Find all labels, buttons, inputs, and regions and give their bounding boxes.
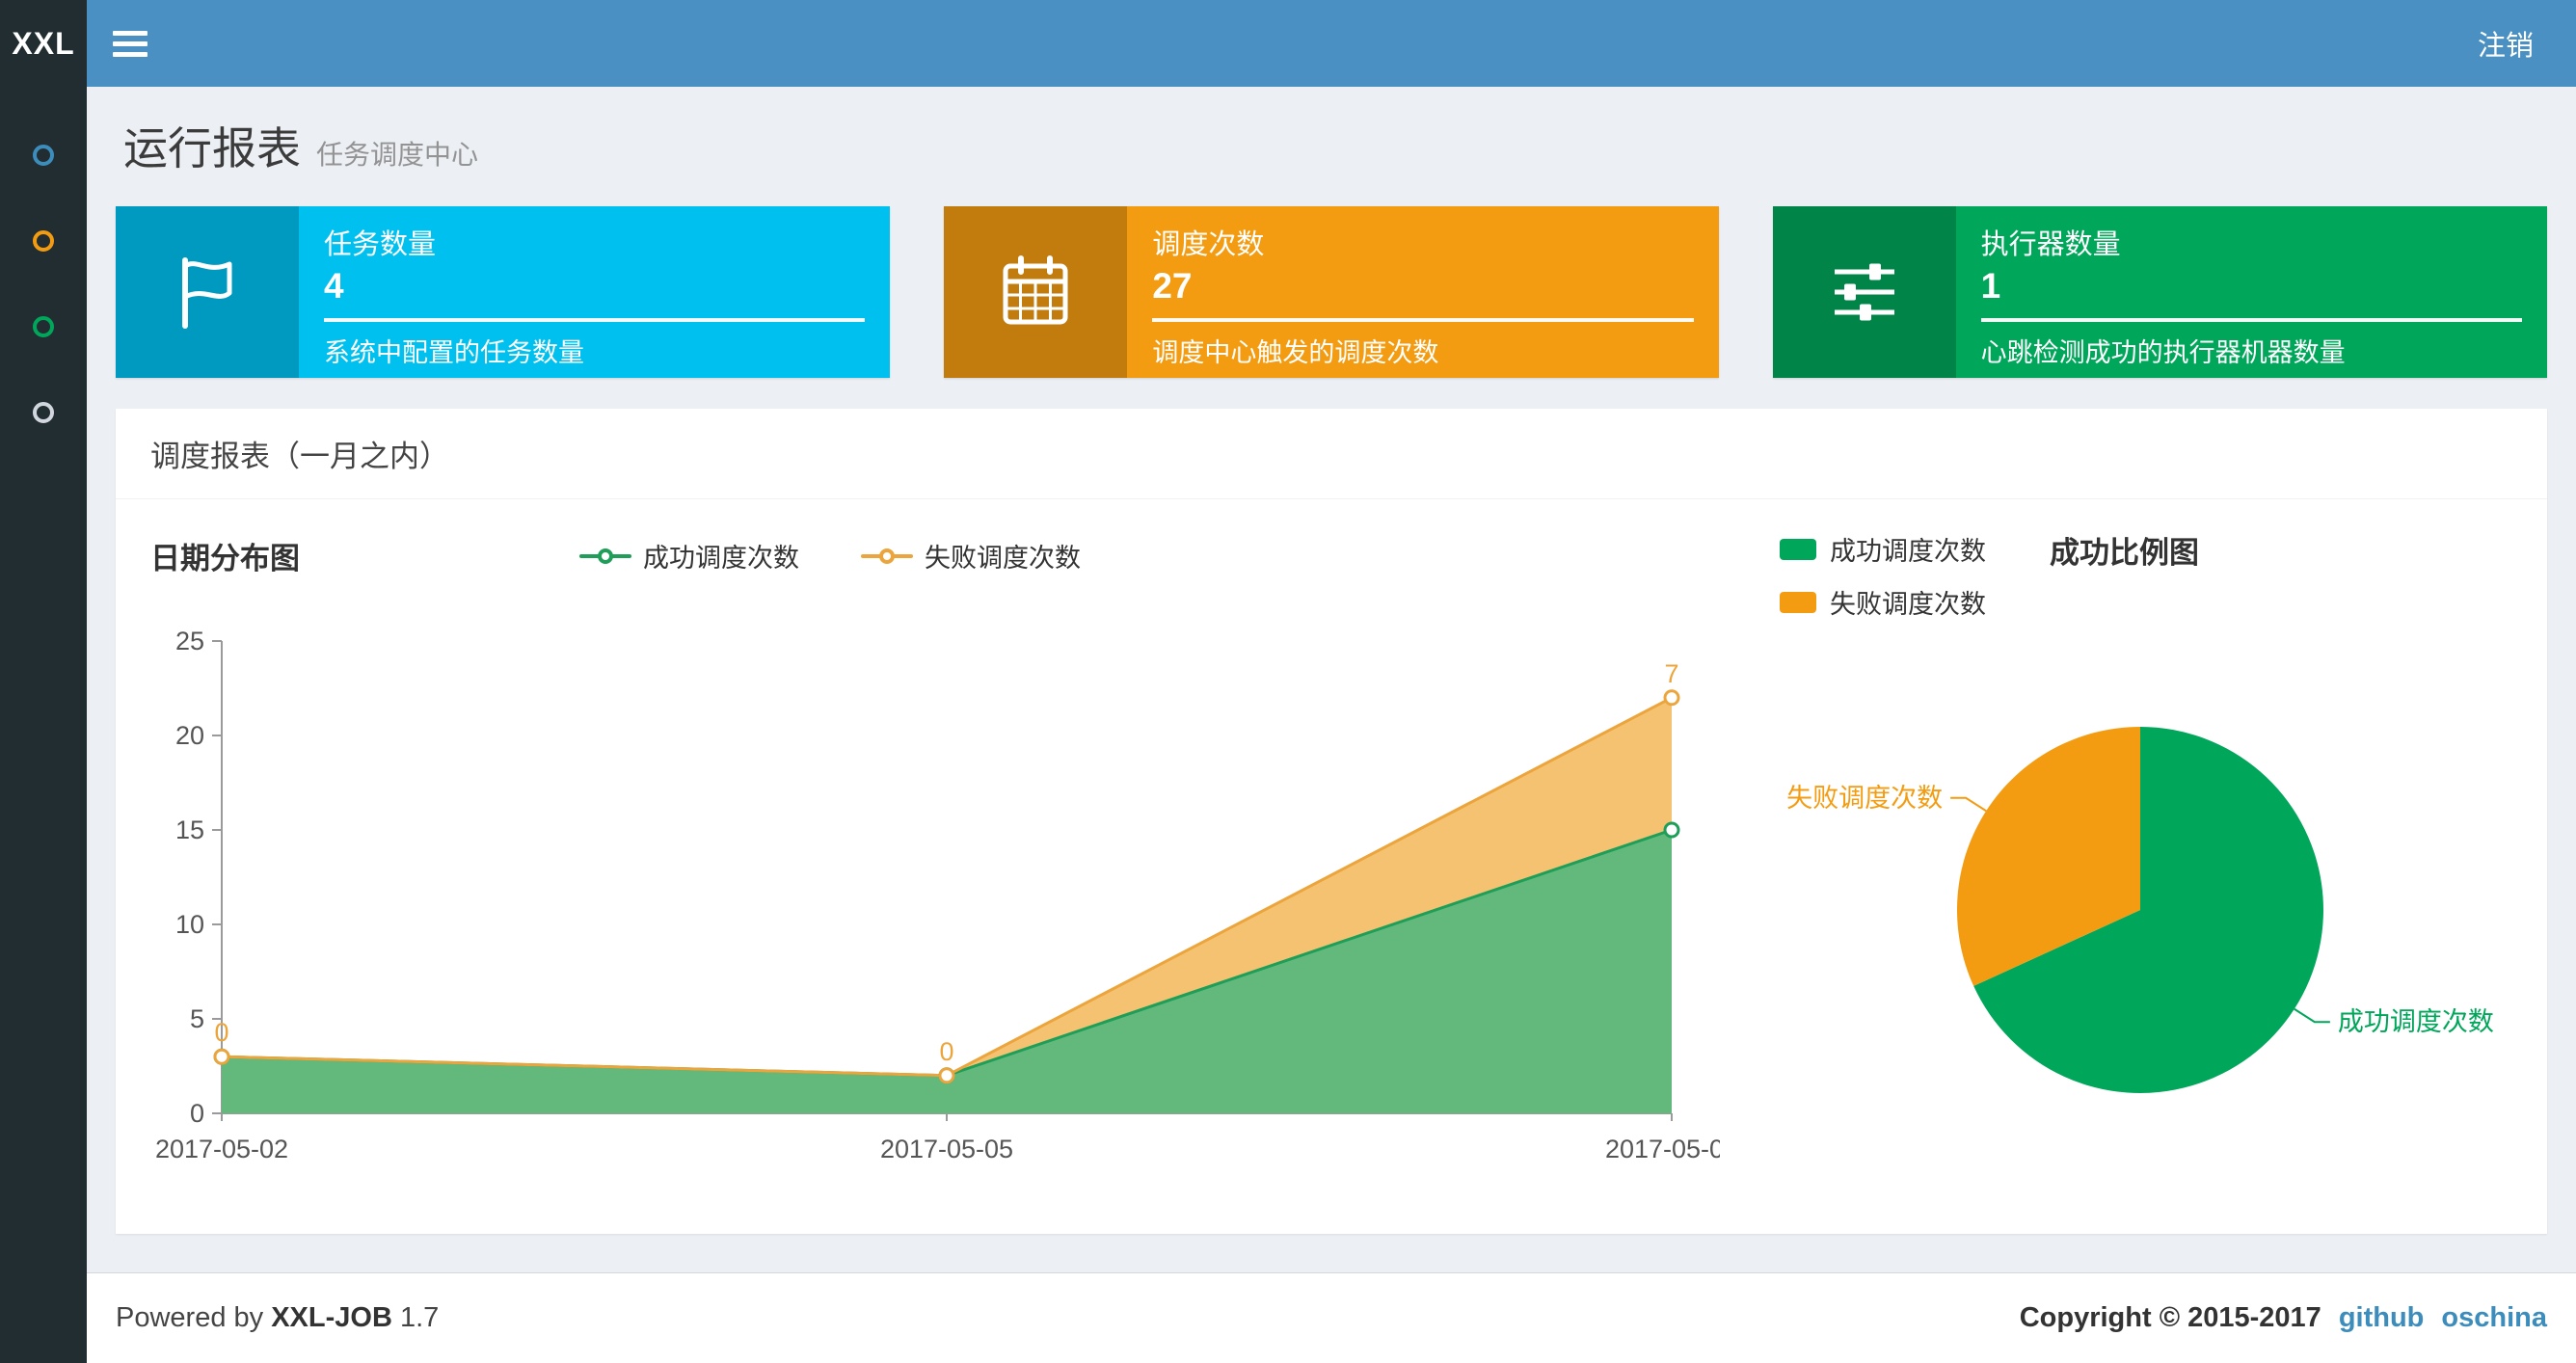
copyright: Copyright © 2015-2017 github oschina: [2020, 1302, 2547, 1334]
top-navbar: XXL 注销: [0, 0, 2576, 87]
flag-icon: [116, 206, 299, 378]
brand-name: XXL-JOB: [271, 1302, 392, 1333]
info-box-desc: 系统中配置的任务数量: [324, 338, 584, 367]
ring-icon: [598, 548, 613, 564]
swatch-icon: [1780, 591, 1816, 613]
report-panel: 调度报表（一月之内） 日期分布图 成功调度次数 失败调度次数 0 5 10 15…: [116, 409, 2547, 1234]
success-ratio-chart: 成功调度次数 失败调度次数: [1786, 727, 2494, 1093]
line-chart-title: 日期分布图: [150, 542, 300, 575]
legend-label: 成功调度次数: [1830, 537, 1986, 566]
svg-text:0: 0: [939, 1037, 953, 1066]
svg-text:15: 15: [175, 815, 204, 844]
info-box-desc: 调度中心触发的调度次数: [1152, 338, 1439, 367]
legend-label: 失败调度次数: [925, 544, 1081, 573]
svg-text:25: 25: [175, 627, 204, 655]
github-link[interactable]: github: [2339, 1302, 2425, 1334]
app-logo[interactable]: XXL: [0, 0, 87, 87]
info-box-row: 任务数量 4 系统中配置的任务数量 调度次数 27 调度中心触发的调度次数 执行…: [116, 206, 2547, 378]
svg-text:失败调度次数: 失败调度次数: [1786, 784, 1943, 813]
sidebar-item-1[interactable]: [0, 112, 87, 198]
pie-chart-legend: 成功调度次数 失败调度次数: [1780, 530, 1986, 621]
svg-text:0: 0: [214, 1018, 228, 1047]
info-box-desc: 心跳检测成功的执行器机器数量: [1980, 338, 2346, 367]
swatch-icon: [1780, 538, 1816, 560]
info-box-executors: 执行器数量 1 心跳检测成功的执行器机器数量: [1772, 206, 2547, 378]
svg-text:7: 7: [1664, 659, 1678, 688]
svg-text:10: 10: [175, 910, 204, 939]
circle-icon: [33, 229, 54, 252]
info-box-triggers: 调度次数 27 调度中心触发的调度次数: [944, 206, 1719, 378]
sidebar-item-4[interactable]: [0, 369, 87, 455]
legend-label: 失败调度次数: [1830, 590, 1986, 619]
circle-icon: [33, 401, 54, 423]
svg-text:20: 20: [175, 721, 204, 750]
info-box-label: 执行器数量: [1980, 229, 2121, 260]
svg-text:0: 0: [190, 1099, 204, 1128]
info-box-label: 调度次数: [1152, 229, 1265, 260]
calendar-icon: [944, 206, 1128, 378]
svg-text:2017-05-02: 2017-05-02: [155, 1135, 288, 1163]
info-box-jobs: 任务数量 4 系统中配置的任务数量: [116, 206, 891, 378]
legend-item-success[interactable]: 成功调度次数: [1780, 530, 1986, 568]
sidebar-item-2[interactable]: [0, 198, 87, 283]
legend-label: 成功调度次数: [643, 544, 799, 573]
line-chart-legend: 成功调度次数 失败调度次数: [579, 537, 1081, 575]
page-subtitle: 任务调度中心: [316, 140, 479, 170]
info-box-label: 任务数量: [324, 229, 437, 260]
svg-text:成功调度次数: 成功调度次数: [2338, 1007, 2494, 1036]
line-marker-icon: [861, 548, 913, 564]
hamburger-icon: [113, 25, 148, 63]
legend-item-fail[interactable]: 失败调度次数: [861, 537, 1081, 575]
svg-text:2017-05-05: 2017-05-05: [880, 1135, 1013, 1163]
success-ratio-section: 成功调度次数 失败调度次数 成功比例图 成功调度次数 失败调度次数: [1720, 519, 2528, 1205]
svg-text:5: 5: [190, 1004, 204, 1033]
info-box-value: 4: [324, 266, 344, 306]
info-box-value: 27: [1152, 266, 1193, 306]
sidebar-item-3[interactable]: [0, 283, 87, 369]
divider: [324, 318, 866, 322]
page-title: 运行报表 任务调度中心: [123, 114, 2539, 177]
footer: Powered by XXL-JOB 1.7 Copyright © 2015-…: [87, 1272, 2576, 1363]
legend-item-fail[interactable]: 失败调度次数: [1780, 583, 1986, 621]
sidebar-toggle-button[interactable]: [87, 0, 174, 87]
ring-icon: [879, 548, 895, 564]
copyright-text: Copyright © 2015-2017: [2019, 1302, 2321, 1333]
main-content: 运行报表 任务调度中心 任务数量 4 系统中配置的任务数量 调度次数 27 调度…: [87, 87, 2576, 1272]
pie-chart-title: 成功比例图: [2050, 536, 2199, 570]
sidebar: [0, 87, 87, 1363]
panel-title: 调度报表（一月之内）: [116, 409, 2547, 499]
oschina-link[interactable]: oschina: [2441, 1302, 2547, 1334]
divider: [1152, 318, 1694, 322]
logout-link[interactable]: 注销: [2478, 23, 2534, 64]
line-marker-icon: [579, 548, 631, 564]
info-box-value: 1: [1980, 266, 2001, 306]
legend-item-success[interactable]: 成功调度次数: [579, 537, 799, 575]
powered-by: Powered by XXL-JOB 1.7: [116, 1302, 439, 1334]
circle-icon: [33, 144, 54, 166]
version: 1.7: [399, 1302, 440, 1333]
sliders-icon: [1772, 206, 1956, 378]
circle-icon: [33, 315, 54, 337]
date-distribution-section: 日期分布图 成功调度次数 失败调度次数 0 5 10 15 20 25 2017…: [139, 519, 1738, 1205]
date-distribution-chart: 05101520252017-05-022017-05-052017-05-08…: [155, 627, 1738, 1163]
powered-prefix: Powered by: [116, 1302, 264, 1333]
divider: [1980, 318, 2522, 322]
svg-text:2017-05-08: 2017-05-08: [1605, 1135, 1720, 1163]
page-title-text: 运行报表: [123, 123, 301, 174]
